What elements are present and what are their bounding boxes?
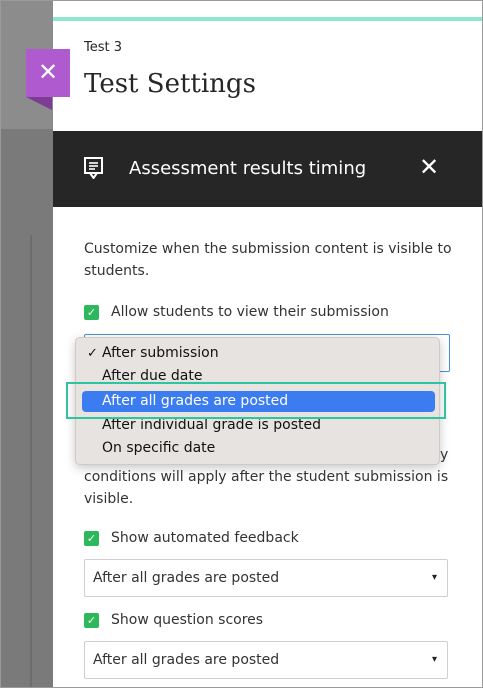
background-divider (30, 235, 32, 687)
scores-label: Show question scores (111, 612, 264, 628)
course-name: Test 3 (84, 40, 123, 55)
description-text: Customize when the submission content is… (84, 241, 452, 279)
close-tab-fold (26, 97, 52, 110)
panel-close-button[interactable]: ✕ (26, 49, 70, 97)
conditions-text-partial: y (440, 447, 449, 463)
feedback-select[interactable]: After all grades are posted ▾ (84, 559, 448, 597)
scores-select[interactable]: After all grades are posted ▾ (84, 641, 448, 679)
scores-row: ✓ Show question scores (84, 612, 263, 628)
view-submission-row: ✓ Allow students to view their submissio… (84, 304, 389, 320)
section-title: Assessment results timing (129, 158, 367, 179)
dropdown-arrow-icon: ▾ (431, 572, 437, 583)
close-icon: ✕ (37, 58, 59, 86)
dropdown-option[interactable]: On specific date (82, 438, 435, 459)
view-submission-checkbox[interactable]: ✓ (84, 304, 99, 320)
panel-accent-bar (53, 17, 482, 21)
dropdown-option[interactable]: ✓ After submission (82, 343, 435, 364)
checkmark-icon: ✓ (87, 346, 98, 361)
view-submission-label: Allow students to view their submission (111, 304, 389, 320)
scores-checkbox[interactable]: ✓ (84, 612, 99, 628)
conditions-text: conditions will apply after the student … (84, 469, 449, 507)
dropdown-arrow-icon: ▾ (431, 654, 437, 665)
page-title: Test Settings (84, 69, 256, 99)
feedback-row: ✓ Show automated feedback (84, 530, 299, 546)
feedback-label: Show automated feedback (111, 530, 299, 546)
section-header: Assessment results timing ✕ (53, 131, 482, 207)
section-close-button[interactable]: ✕ (419, 153, 439, 181)
comment-icon (84, 157, 103, 179)
feedback-checkbox[interactable]: ✓ (84, 530, 99, 546)
annotation-highlight-box (66, 382, 446, 419)
